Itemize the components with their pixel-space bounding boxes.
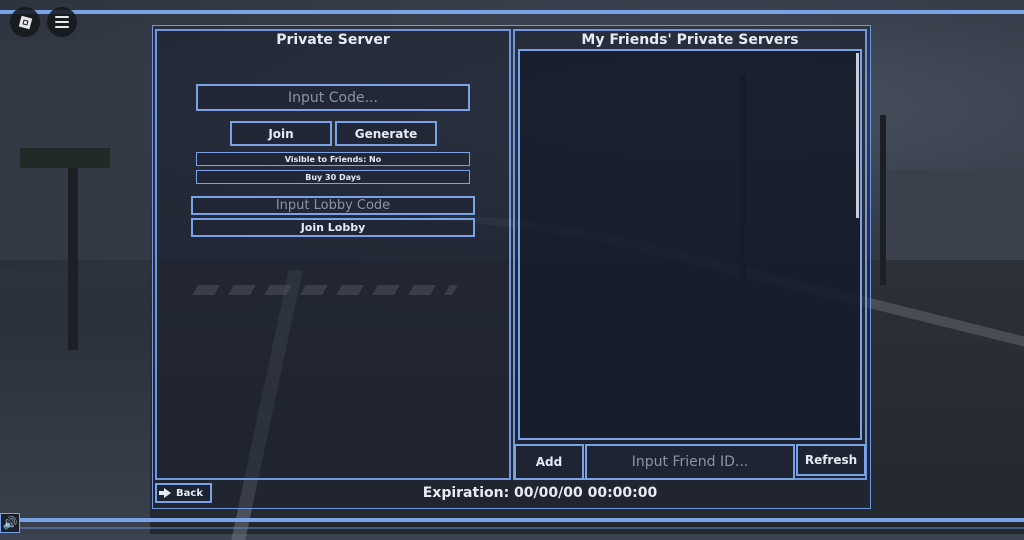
background-building bbox=[880, 170, 1024, 270]
expiration-label: Expiration: 00/00/00 00:00:00 bbox=[422, 485, 658, 501]
bottom-border-line bbox=[0, 518, 1024, 522]
join-lobby-button[interactable]: Join Lobby bbox=[191, 218, 475, 237]
hamburger-menu-icon bbox=[55, 13, 69, 31]
code-input-field[interactable] bbox=[196, 84, 470, 111]
street-sign bbox=[20, 148, 110, 168]
friend-id-field[interactable] bbox=[585, 444, 795, 480]
refresh-button[interactable]: Refresh bbox=[796, 444, 866, 476]
list-scrollbar[interactable] bbox=[856, 53, 859, 218]
street-pole bbox=[68, 160, 78, 350]
speaker-icon: 🔊 bbox=[2, 516, 18, 530]
volume-button[interactable]: 🔊 bbox=[0, 513, 20, 533]
lobby-code-field[interactable] bbox=[191, 196, 475, 215]
code-input[interactable] bbox=[198, 86, 468, 109]
bottom-border-line bbox=[0, 527, 1024, 529]
friends-servers-list[interactable] bbox=[518, 49, 862, 440]
roblox-button[interactable] bbox=[10, 7, 40, 37]
back-arrow-icon bbox=[159, 488, 172, 498]
friend-id-input[interactable] bbox=[587, 446, 793, 478]
add-friend-button[interactable]: Add bbox=[514, 444, 584, 480]
buy-30-days-button[interactable]: Buy 30 Days bbox=[196, 170, 470, 184]
generate-button[interactable]: Generate bbox=[335, 121, 437, 146]
lobby-code-input[interactable] bbox=[193, 198, 473, 213]
utility-pole bbox=[880, 115, 886, 285]
visible-to-friends-toggle[interactable]: Visible to Friends: No bbox=[196, 152, 470, 166]
top-border-line bbox=[0, 10, 1024, 14]
private-server-title: Private Server bbox=[276, 32, 390, 48]
back-button[interactable]: Back bbox=[155, 483, 212, 503]
roblox-logo-icon bbox=[18, 15, 32, 29]
back-button-label: Back bbox=[176, 487, 203, 499]
join-button[interactable]: Join bbox=[230, 121, 332, 146]
friends-servers-title: My Friends' Private Servers bbox=[581, 32, 799, 48]
menu-button[interactable] bbox=[47, 7, 77, 37]
